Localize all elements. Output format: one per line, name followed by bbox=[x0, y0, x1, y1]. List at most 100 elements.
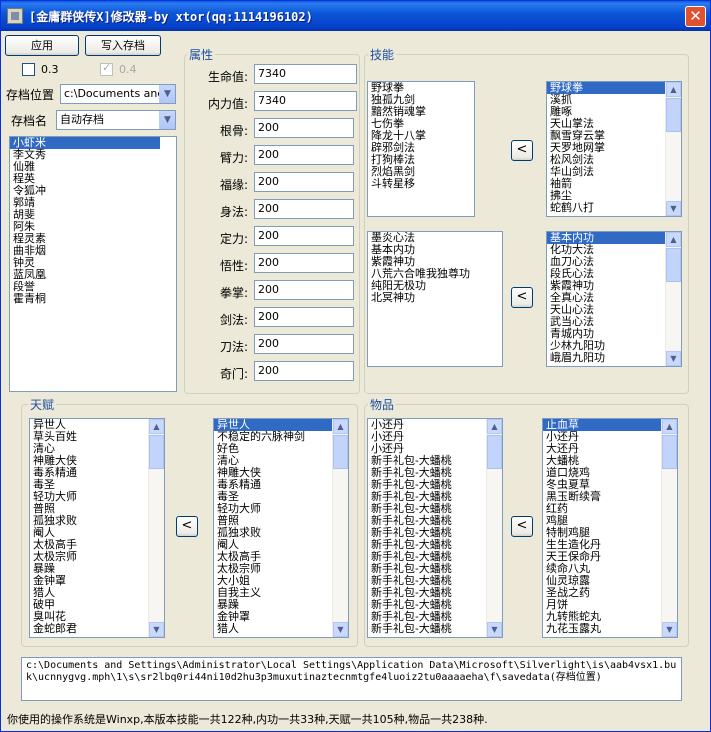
attribute-label: 生命值: bbox=[207, 70, 248, 84]
scroll-thumb[interactable] bbox=[149, 435, 164, 469]
save-name-label: 存档名 bbox=[11, 114, 48, 128]
scroll-thumb[interactable] bbox=[487, 435, 502, 469]
attribute-label: 身法: bbox=[219, 205, 248, 219]
list-item[interactable]: 金蛇郎君 bbox=[30, 623, 164, 635]
all-internal-list[interactable]: 基本内功 化功大法 血刀心法 段氏心法 紫霞神功 全真心法 天山心法 武当心法 青城内功 少林九阳… bbox=[546, 231, 682, 367]
attribute-label: 奇门: bbox=[219, 367, 248, 381]
scroll-up-icon[interactable]: ▲ bbox=[662, 419, 677, 434]
attribute-label: 定力: bbox=[219, 232, 248, 246]
attribute-input[interactable]: 200 bbox=[254, 307, 354, 327]
scrollbar[interactable]: ▲ ▼ bbox=[661, 419, 677, 637]
close-icon: ✕ bbox=[689, 7, 702, 25]
attribute-input[interactable]: 200 bbox=[254, 172, 354, 192]
attribute-input[interactable]: 200 bbox=[254, 334, 354, 354]
scroll-up-icon[interactable]: ▲ bbox=[666, 232, 681, 247]
attribute-input[interactable]: 200 bbox=[254, 280, 354, 300]
app-icon bbox=[7, 8, 23, 24]
scrollbar[interactable]: ▲ ▼ bbox=[332, 419, 348, 637]
scroll-up-icon[interactable]: ▲ bbox=[333, 419, 348, 434]
chevron-left-icon: < bbox=[516, 289, 528, 304]
list-item[interactable]: 霍青桐 bbox=[10, 293, 176, 305]
attribute-label: 拳掌: bbox=[219, 286, 248, 300]
save-name-select[interactable]: 自动存档 ▼ bbox=[56, 110, 176, 130]
scroll-thumb[interactable] bbox=[662, 435, 677, 469]
list-item[interactable]: 蛇鹤八打 bbox=[547, 202, 681, 214]
owned-internal-list[interactable]: 墨炎心法 基本内功 紫霞神功 八荒六合唯我独尊功 纯阳无极功 北冥神功 bbox=[367, 231, 503, 367]
attribute-input[interactable]: 7340 bbox=[254, 91, 357, 111]
title-bar[interactable]: [金庸群侠传X]修改器-by xtor(qq:1114196102) ✕ bbox=[1, 1, 710, 31]
attribute-input[interactable]: 200 bbox=[254, 253, 354, 273]
owned-skills-list[interactable]: 野球拳 独孤九剑 黯然销魂掌 七伤拳 降龙十八掌 辟邪剑法 打狗棒法 烈焰黑剑 斗转星移 bbox=[367, 81, 475, 217]
save-location-value: c:\Documents and bbox=[64, 87, 165, 100]
checkbox-box bbox=[22, 63, 35, 76]
add-talent-button[interactable]: < bbox=[176, 516, 198, 537]
attribute-input[interactable]: 200 bbox=[254, 226, 354, 246]
scroll-down-icon[interactable]: ▼ bbox=[149, 622, 164, 637]
attribute-input[interactable]: 7340 bbox=[254, 64, 357, 84]
attribute-input[interactable]: 200 bbox=[254, 145, 354, 165]
add-skill-button[interactable]: < bbox=[511, 140, 533, 161]
skills-title: 技能 bbox=[368, 46, 397, 63]
chevron-left-icon: < bbox=[516, 518, 528, 533]
attribute-label: 福缘: bbox=[219, 178, 248, 192]
main-window: [金庸群侠传X]修改器-by xtor(qq:1114196102) ✕ 应用 … bbox=[0, 0, 711, 732]
scroll-down-icon[interactable]: ▼ bbox=[666, 351, 681, 366]
scroll-up-icon[interactable]: ▲ bbox=[149, 419, 164, 434]
apply-button[interactable]: 应用 bbox=[5, 35, 79, 56]
save-path-display[interactable]: c:\Documents and Settings\Administrator\… bbox=[21, 657, 682, 701]
all-skills-list[interactable]: 野球拳 溪抓 雕啄 天山掌法 飘雪穿云掌 天罗地网掌 松风剑法 华山剑法 袖箭 拂尘 蛇鹤八打 ▲ ▼ bbox=[546, 81, 682, 217]
chevron-left-icon: < bbox=[516, 142, 528, 157]
attribute-label: 内力值: bbox=[207, 97, 248, 111]
version-04-label: 0.4 bbox=[119, 63, 137, 76]
attribute-label: 臂力: bbox=[219, 151, 248, 165]
save-location-select[interactable]: c:\Documents and ▼ bbox=[60, 84, 176, 104]
list-item[interactable]: 北冥神功 bbox=[368, 292, 502, 304]
chevron-left-icon: < bbox=[181, 518, 193, 533]
scrollbar[interactable]: ▲ ▼ bbox=[665, 232, 681, 366]
scroll-down-icon[interactable]: ▼ bbox=[333, 622, 348, 637]
window-title: [金庸群侠传X]修改器-by xtor(qq:1114196102) bbox=[29, 10, 313, 24]
attributes-title: 属性 bbox=[187, 46, 216, 63]
save-name-value: 自动存档 bbox=[60, 113, 104, 126]
scroll-thumb[interactable] bbox=[666, 98, 681, 132]
checkbox-checked-box bbox=[100, 61, 113, 76]
scroll-down-icon[interactable]: ▼ bbox=[666, 201, 681, 216]
character-list[interactable]: 小虾米 李文秀 仙雅 程英 令狐冲 郭靖 胡斐 阿朱 程灵素 曲非烟 钟灵 蓝凤凰 段誉 霍青桐 bbox=[9, 136, 177, 392]
chevron-down-icon[interactable]: ▼ bbox=[159, 111, 175, 129]
version-03-label: 0.3 bbox=[41, 63, 59, 76]
attribute-input[interactable]: 200 bbox=[254, 199, 354, 219]
scroll-up-icon[interactable]: ▲ bbox=[666, 82, 681, 97]
write-save-button[interactable]: 写入存档 bbox=[85, 35, 161, 56]
scroll-thumb[interactable] bbox=[666, 248, 681, 282]
attribute-label: 悟性: bbox=[219, 259, 248, 273]
scroll-down-icon[interactable]: ▼ bbox=[487, 622, 502, 637]
attribute-input[interactable]: 200 bbox=[254, 118, 354, 138]
add-internal-button[interactable]: < bbox=[511, 287, 533, 308]
chevron-down-icon[interactable]: ▼ bbox=[159, 85, 175, 103]
version-03-checkbox[interactable]: 0.3 bbox=[22, 63, 59, 76]
owned-talents-list[interactable]: 异世人 草头百姓 清心 神雕大侠 毒系精通 毒圣 轻功大师 普照 孤独求败 阉人 太极高手 太极宗师暴… bbox=[29, 418, 165, 638]
save-location-label: 存档位置 bbox=[6, 88, 55, 102]
scrollbar[interactable]: ▲ ▼ bbox=[148, 419, 164, 637]
list-item[interactable]: 峨眉九阳功 bbox=[547, 352, 681, 364]
attribute-label: 刀法: bbox=[219, 340, 248, 354]
status-bar-text: 你使用的操作系统是Winxp,本版本技能一共122种,内功一共33种,天赋一共1… bbox=[7, 713, 488, 726]
list-item[interactable]: 斗转星移 bbox=[368, 178, 474, 190]
list-item[interactable]: 新手礼包-大蟠桃 bbox=[368, 623, 502, 635]
add-item-button[interactable]: < bbox=[511, 516, 533, 537]
scroll-up-icon[interactable]: ▲ bbox=[487, 419, 502, 434]
scroll-down-icon[interactable]: ▼ bbox=[662, 622, 677, 637]
list-item[interactable]: 猎人 bbox=[214, 623, 348, 635]
scrollbar[interactable]: ▲ ▼ bbox=[665, 82, 681, 216]
scrollbar[interactable]: ▲ ▼ bbox=[486, 419, 502, 637]
owned-items-list[interactable]: 小还丹 小还丹 小还丹 新手礼包-大蟠桃 新手礼包-大蟠桃 新手礼包-大蟠桃 新手礼包-大蟠… bbox=[367, 418, 503, 638]
all-items-list[interactable]: 止血草 小还丹 大还丹 大蟠桃 道口烧鸡 冬虫夏草 黑玉断续膏 红药 鸡腿 特制鸡腿 生生造化丹 天王… bbox=[542, 418, 678, 638]
attribute-label: 根骨: bbox=[219, 124, 248, 138]
all-talents-list[interactable]: 异世人 不稳定的六脉神剑 好色 清心 神雕大侠 毒系精通 毒圣 轻功大师 普照 孤独求败 阉人 太极高… bbox=[213, 418, 349, 638]
scroll-thumb[interactable] bbox=[333, 435, 348, 469]
list-item[interactable]: 九花玉露丸 bbox=[543, 623, 677, 635]
close-button[interactable]: ✕ bbox=[685, 6, 706, 27]
attribute-label: 剑法: bbox=[219, 313, 248, 327]
attribute-input[interactable]: 200 bbox=[254, 361, 354, 381]
items-title: 物品 bbox=[368, 396, 397, 413]
